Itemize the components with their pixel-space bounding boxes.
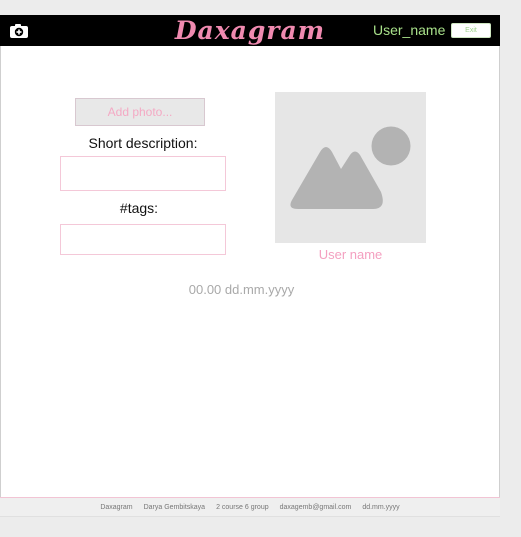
footer-group: 2 course 6 group	[216, 503, 269, 511]
camera-plus-icon[interactable]	[9, 23, 29, 39]
footer: Daxagram Darya Gembitskaya 2 course 6 gr…	[0, 497, 500, 517]
tags-label: #tags:	[119, 200, 159, 216]
footer-author: Darya Gembitskaya	[143, 503, 206, 511]
footer-date: dd.mm.yyyy	[362, 503, 400, 511]
page-card	[0, 15, 500, 517]
header-username[interactable]: User_name	[373, 15, 445, 46]
footer-email[interactable]: daxagemb@gmail.com	[280, 504, 352, 511]
tags-input[interactable]	[60, 224, 226, 255]
short-description-label: Short description:	[88, 135, 198, 151]
short-description-input[interactable]	[60, 156, 226, 191]
footer-app-name: Daxagram	[100, 503, 133, 511]
post-timestamp: 00.00 dd.mm.yyyy	[188, 282, 295, 297]
exit-button[interactable]: Exit	[451, 23, 491, 38]
post-user-name[interactable]: User name	[275, 247, 426, 262]
top-navbar: Daxagram User_name Exit	[0, 15, 500, 46]
image-placeholder-icon	[275, 92, 426, 243]
add-photo-button[interactable]: Add photo...	[75, 98, 205, 126]
